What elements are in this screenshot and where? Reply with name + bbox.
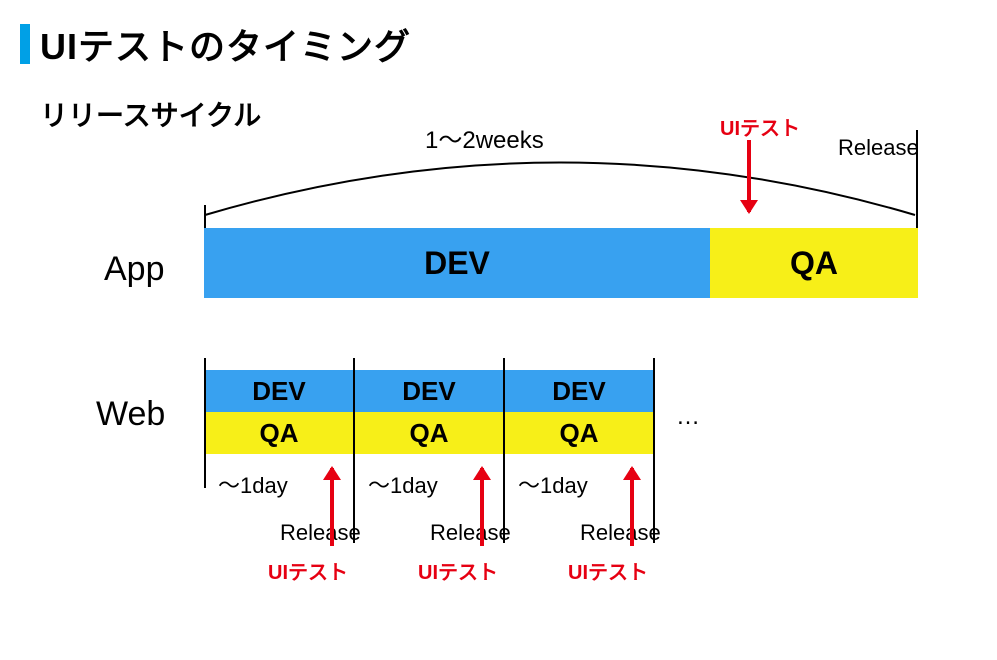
web-ui-test-label-2: UIテスト <box>418 556 498 585</box>
web-divider-2 <box>503 358 505 543</box>
app-dev-bar: DEV <box>204 228 710 298</box>
web-release-3: Release <box>580 520 661 546</box>
web-divider-0 <box>204 358 206 488</box>
web-ellipsis: … <box>676 403 700 431</box>
web-day-label-1: ～1day <box>218 468 288 500</box>
app-qa-text: QA <box>790 245 838 282</box>
arc-left-tick <box>204 205 206 229</box>
web-day-label-3: ～1day <box>518 468 588 500</box>
web-divider-3 <box>653 358 655 543</box>
web-dev-text-2: DEV <box>402 376 455 407</box>
web-release-1: Release <box>280 520 361 546</box>
web-dev-text-1: DEV <box>252 376 305 407</box>
app-ui-test-arrow <box>747 140 751 212</box>
web-release-2: Release <box>430 520 511 546</box>
web-qa-bar-3: QA <box>504 412 654 454</box>
web-ui-test-arrow-1 <box>330 468 334 546</box>
duration-arc <box>200 140 920 220</box>
app-ui-test-label: UIテスト <box>720 112 800 141</box>
row-label-web: Web <box>96 395 165 434</box>
app-dev-text: DEV <box>424 245 490 282</box>
web-dev-bar-1: DEV <box>204 370 354 412</box>
app-qa-bar: QA <box>710 228 918 298</box>
web-ui-test-arrow-2 <box>480 468 484 546</box>
web-dev-bar-2: DEV <box>354 370 504 412</box>
web-qa-bar-2: QA <box>354 412 504 454</box>
web-ui-test-arrow-3 <box>630 468 634 546</box>
web-ui-test-label-1: UIテスト <box>268 556 348 585</box>
web-dev-text-3: DEV <box>552 376 605 407</box>
web-qa-text-3: QA <box>560 418 599 449</box>
web-dev-bar-3: DEV <box>504 370 654 412</box>
web-qa-text-2: QA <box>410 418 449 449</box>
web-divider-1 <box>353 358 355 543</box>
web-qa-text-1: QA <box>260 418 299 449</box>
web-day-label-2: ～1day <box>368 468 438 500</box>
row-label-app: App <box>104 250 165 289</box>
app-release-label: Release <box>838 135 919 161</box>
diagram-stage: 1～2weeks Release UIテスト App DEV QA Web DE… <box>0 0 997 660</box>
app-duration-label: 1～2weeks <box>425 120 544 155</box>
web-ui-test-label-3: UIテスト <box>568 556 648 585</box>
web-qa-bar-1: QA <box>204 412 354 454</box>
